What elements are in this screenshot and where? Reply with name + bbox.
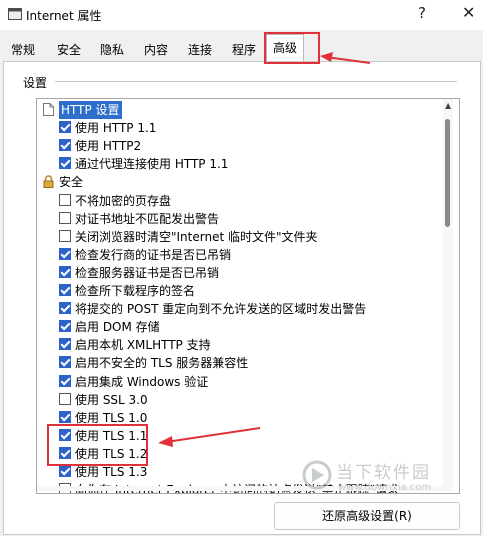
setting-checkbox[interactable] (59, 139, 71, 152)
setting-checkbox[interactable] (59, 410, 71, 423)
scrollbar-thumb[interactable] (445, 119, 450, 227)
setting-label: 对证书地址不匹配发出警告 (75, 211, 220, 226)
setting-option[interactable]: 启用本机 XMLHTTP 支持 (37, 336, 457, 354)
setting-checkbox[interactable] (59, 247, 71, 260)
tls-highlight-box (47, 424, 148, 466)
tab-content[interactable]: 内容 (142, 40, 170, 60)
setting-checkbox[interactable] (59, 320, 71, 333)
setting-label: 检查发行商的证书是否已吊销 (75, 247, 232, 262)
window-title: Internet 属性 (26, 9, 102, 23)
tab-highlight-box (264, 32, 320, 64)
setting-option[interactable]: 不将加密的页存盘 (37, 192, 457, 210)
setting-label: 将提交的 POST 重定向到不允许发送的区域时发出警告 (75, 302, 367, 317)
watermark-name: 当下软件园 (336, 463, 431, 483)
setting-option[interactable]: 使用 SSL 3.0 (37, 391, 457, 409)
setting-label: 启用 DOM 存储 (75, 320, 160, 335)
setting-option[interactable]: 使用 HTTP 1.1 (37, 119, 457, 137)
setting-option[interactable]: 启用集成 Windows 验证 (37, 373, 457, 391)
setting-checkbox[interactable] (59, 157, 71, 170)
restore-advanced-settings-button[interactable]: 还原高级设置(R) (274, 502, 460, 530)
setting-option[interactable]: 启用不安全的 TLS 服务器兼容性 (37, 354, 457, 372)
setting-checkbox[interactable] (59, 356, 71, 369)
tab-privacy[interactable]: 隐私 (98, 40, 126, 60)
setting-label: 启用本机 XMLHTTP 支持 (75, 338, 211, 353)
help-button[interactable]: ? (418, 4, 426, 22)
setting-label: 检查所下载程序的签名 (75, 284, 196, 298)
setting-checkbox[interactable] (59, 302, 71, 315)
setting-option[interactable]: 使用 HTTP2 (37, 137, 457, 155)
setting-option[interactable]: 检查发行商的证书是否已吊销 (37, 246, 457, 264)
scroll-up-arrow-icon[interactable]: ▲ (445, 101, 451, 110)
settings-group-label: 设置 (23, 76, 48, 90)
tab-programs[interactable]: 程序 (230, 40, 258, 60)
settings-section[interactable]: 安全 (37, 173, 457, 191)
setting-option[interactable]: 启用 DOM 存储 (37, 318, 457, 336)
section-label: HTTP 设置 (59, 101, 122, 119)
title-bar: Internet 属性 ? ✕ (0, 0, 483, 30)
setting-checkbox[interactable] (59, 265, 71, 278)
setting-label: 启用集成 Windows 验证 (75, 374, 209, 389)
settings-section[interactable]: HTTP 设置 (37, 101, 457, 119)
setting-label: 使用 HTTP2 (75, 139, 142, 154)
watermark: 当下软件园 www.downxia.com (302, 458, 478, 498)
tab-general[interactable]: 常规 (9, 40, 37, 60)
setting-checkbox[interactable] (59, 374, 71, 387)
page-icon (43, 103, 54, 116)
setting-label: 关闭浏览器时清空"Internet 临时文件"文件夹 (75, 229, 318, 244)
setting-checkbox[interactable] (59, 465, 71, 477)
lock-icon (43, 175, 54, 189)
setting-checkbox[interactable] (59, 211, 71, 224)
setting-option[interactable]: 对证书地址不匹配发出警告 (37, 210, 457, 228)
setting-option[interactable]: 关闭浏览器时清空"Internet 临时文件"文件夹 (37, 228, 457, 246)
internet-options-icon (8, 8, 22, 20)
setting-label: 不将加密的页存盘 (75, 193, 172, 208)
watermark-url: www.downxia.com (338, 482, 432, 493)
setting-checkbox[interactable] (59, 229, 71, 242)
tab-security[interactable]: 安全 (55, 40, 83, 60)
setting-option[interactable]: 检查服务器证书是否已吊销 (37, 264, 457, 282)
setting-label: 通过代理连接使用 HTTP 1.1 (75, 157, 229, 172)
setting-checkbox[interactable] (59, 193, 71, 206)
setting-checkbox[interactable] (59, 392, 71, 405)
watermark-logo-icon (302, 460, 332, 490)
close-button[interactable]: ✕ (462, 3, 475, 22)
group-divider (55, 81, 457, 82)
section-label: 安全 (59, 175, 84, 190)
setting-checkbox[interactable] (59, 121, 71, 134)
setting-option[interactable]: 将提交的 POST 重定向到不允许发送的区域时发出警告 (37, 300, 457, 318)
setting-label: 检查服务器证书是否已吊销 (75, 265, 220, 280)
setting-checkbox[interactable] (59, 284, 71, 296)
setting-option[interactable]: 通过代理连接使用 HTTP 1.1 (37, 155, 457, 173)
setting-label: 使用 HTTP 1.1 (75, 121, 157, 136)
setting-label: 启用不安全的 TLS 服务器兼容性 (75, 356, 249, 371)
setting-option[interactable]: 检查所下载程序的签名 (37, 282, 457, 300)
setting-checkbox[interactable] (59, 338, 71, 351)
tab-strip: 常规 安全 隐私 内容 连接 程序 高级 (0, 30, 483, 62)
tab-connections[interactable]: 连接 (186, 40, 214, 60)
setting-label: 使用 SSL 3.0 (75, 392, 148, 407)
